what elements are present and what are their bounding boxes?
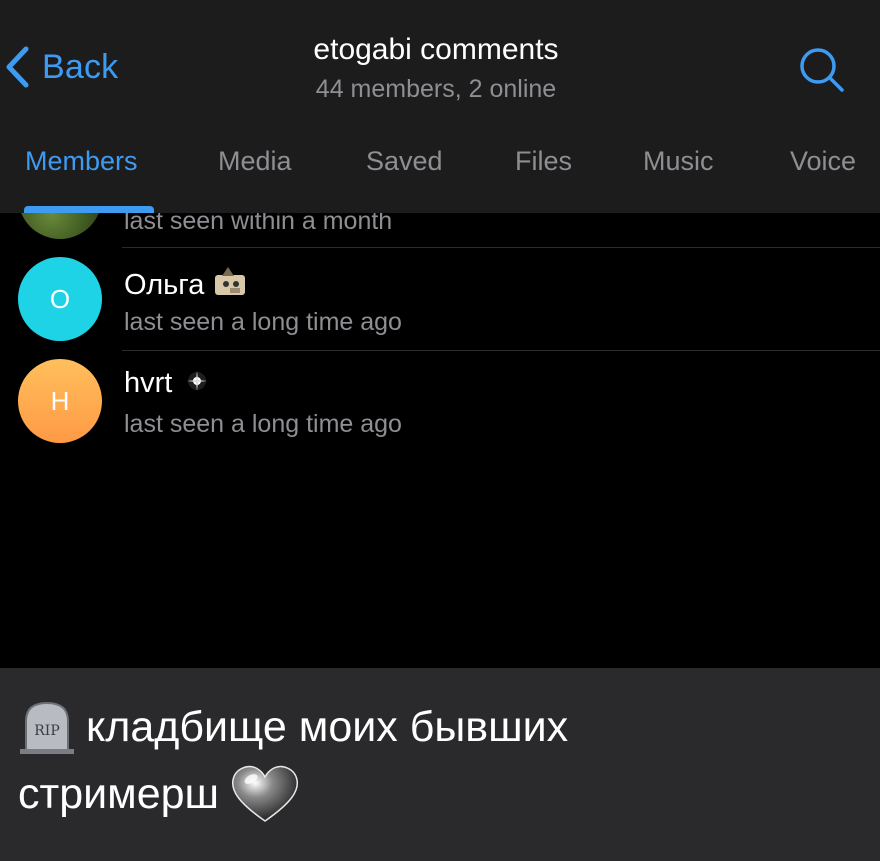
back-label: Back [42,47,119,86]
tab-bar: Members Media Saved Files Music Voice [0,140,880,213]
tombstone-text: RIP [34,723,60,739]
heart-icon [229,763,301,825]
member-name-text: hvrt [124,367,173,399]
caption-text-1: кладбище моих бывших [86,702,569,751]
avatar: Н [18,359,102,443]
caption-banner: RIP кладбище моих бывших стримерш [0,668,880,861]
member-status: last seen a long time ago [124,410,402,438]
caption-line-2: стримерш [18,763,301,825]
title-block[interactable]: etogabi comments 44 members, 2 online [200,30,672,106]
avatar: О [18,257,102,341]
cat-sticker-icon [214,266,248,304]
member-count: 44 members, 2 online [315,75,557,103]
tab-voice[interactable]: Voice [790,146,856,177]
list-item[interactable]: last seen within a month [0,213,880,247]
search-button[interactable] [796,44,848,96]
search-icon [800,48,844,92]
member-status: last seen a long time ago [124,308,402,336]
active-tab-indicator [24,206,154,213]
list-item[interactable]: Н hvrt last seen a long time ago [0,351,880,453]
back-button[interactable]: Back [4,44,118,90]
chat-title: etogabi comments [313,33,559,66]
chat-header: Back etogabi comments 44 members, 2 onli… [0,0,880,213]
tombstone-icon: RIP [18,699,76,755]
tab-music[interactable]: Music [643,146,714,177]
members-list[interactable]: last seen within a month О Ольга last se… [0,213,880,668]
tab-saved[interactable]: Saved [366,146,443,177]
avatar [18,213,102,239]
member-status: last seen within a month [124,213,393,235]
chevron-left-icon [6,46,29,88]
tab-media[interactable]: Media [218,146,292,177]
list-item[interactable]: О Ольга last seen a long time ago [0,248,880,350]
tab-members[interactable]: Members [25,146,138,177]
caption-text-2: стримерш [18,769,220,818]
sparkle-icon [186,367,208,400]
member-name: hvrt [124,367,208,400]
member-name: Ольга [124,266,248,304]
member-name-text: Ольга [124,268,205,301]
tab-files[interactable]: Files [515,146,572,177]
caption-line-1: RIP кладбище моих бывших [18,699,568,755]
